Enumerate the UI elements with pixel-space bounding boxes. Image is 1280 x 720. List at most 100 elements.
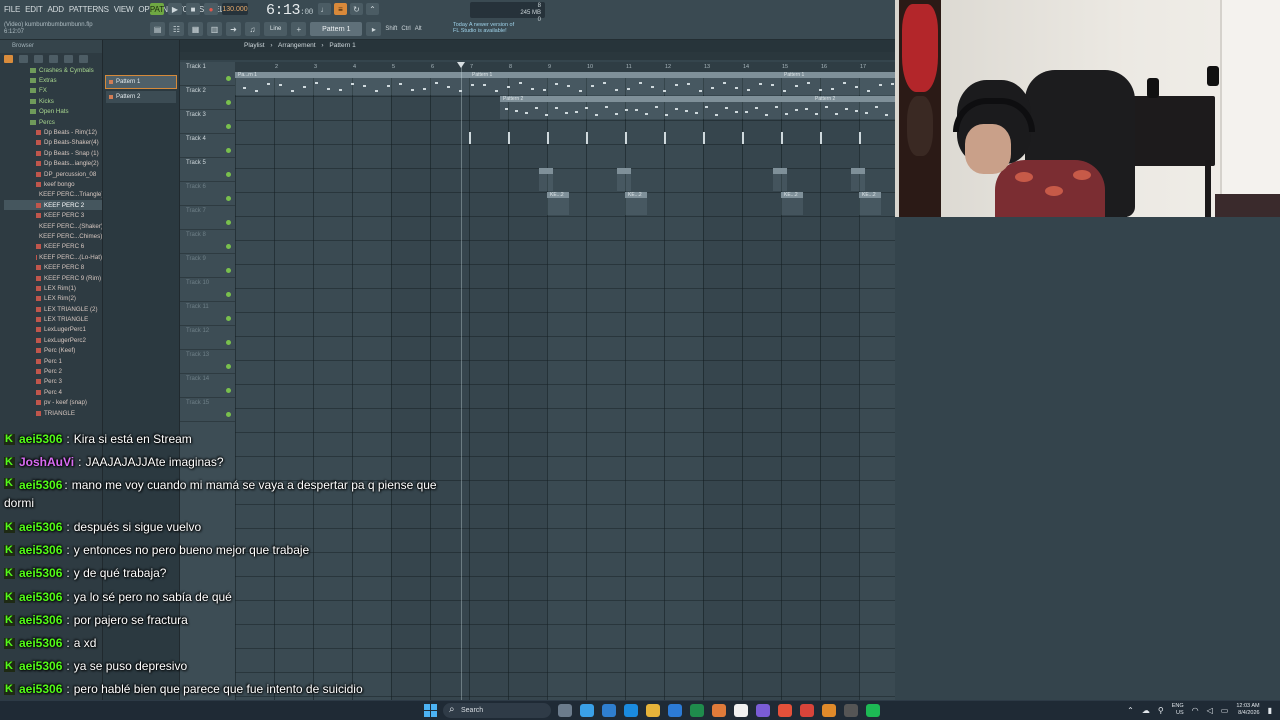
browser-file[interactable]: Perc 3: [4, 377, 102, 387]
browser-file[interactable]: LEX TRIANGLE (2): [4, 304, 102, 314]
discord-icon[interactable]: [756, 704, 770, 717]
arrow-icon[interactable]: ➜: [226, 22, 241, 36]
record-icon[interactable]: ●: [204, 3, 218, 15]
wifi-icon[interactable]: ◠: [1192, 706, 1199, 715]
fl-studio-active-icon[interactable]: [822, 704, 836, 717]
browser-folder[interactable]: FX: [4, 86, 102, 96]
menu-view[interactable]: VIEW: [114, 5, 134, 14]
add-pattern-icon[interactable]: +: [291, 22, 307, 36]
browser-file[interactable]: KEEF PERC 3: [4, 210, 102, 220]
pattern-clip[interactable]: [617, 168, 631, 191]
view-mixer-icon[interactable]: ▥: [207, 22, 222, 36]
view-channel-rack-icon[interactable]: ▦: [188, 22, 203, 36]
playlist-title[interactable]: Playlist › Arrangement › Pattern 1: [180, 40, 895, 52]
step-edit-icon[interactable]: ⌃: [366, 3, 379, 15]
browser-file[interactable]: KEEF PERC 2: [4, 200, 102, 211]
browser-folder[interactable]: Kicks: [4, 96, 102, 106]
excel-icon[interactable]: [690, 704, 704, 717]
browser-file[interactable]: Dp Beats - Snap (1): [4, 148, 102, 158]
track-header[interactable]: Track 15: [180, 398, 235, 422]
browser-file[interactable]: LexLugerPerc1: [4, 325, 102, 335]
playhead-marker[interactable]: [457, 62, 465, 700]
browser-file[interactable]: TRIANGLE: [4, 408, 102, 418]
play-icon[interactable]: ▶: [168, 3, 182, 15]
track-header[interactable]: Track 14: [180, 374, 235, 398]
store-icon[interactable]: [602, 704, 616, 717]
pattern-clip[interactable]: KE...2: [859, 192, 881, 215]
app-icon[interactable]: [778, 704, 792, 717]
browser-file[interactable]: LEX Rim(2): [4, 294, 102, 304]
pattern-select[interactable]: Pattern 1: [310, 22, 363, 36]
track-header[interactable]: Track 13: [180, 350, 235, 374]
windows-start-icon[interactable]: [424, 704, 437, 717]
chrome-icon[interactable]: [800, 704, 814, 717]
pattern-clip[interactable]: KE...2: [781, 192, 803, 215]
usb-icon[interactable]: ⚲: [1158, 706, 1164, 715]
pattern-clip[interactable]: KE...2: [625, 192, 647, 215]
browser-file[interactable]: KEEF PERC...Triangle): [4, 190, 102, 200]
track-header[interactable]: Track 4: [180, 134, 235, 158]
notepad-icon[interactable]: [734, 704, 748, 717]
track-header[interactable]: Track 6: [180, 182, 235, 206]
pattern-next-icon[interactable]: ▸: [366, 22, 382, 36]
update-notice[interactable]: Today A newer version of FL Studio is av…: [453, 22, 514, 34]
track-header[interactable]: Track 12: [180, 326, 235, 350]
volume-icon[interactable]: ◁: [1207, 706, 1213, 715]
browser-folder[interactable]: Percs: [4, 117, 102, 127]
browser-file[interactable]: Perc 1: [4, 356, 102, 366]
track-header[interactable]: Track 3: [180, 110, 235, 134]
browser-folder[interactable]: Extras: [4, 75, 102, 85]
picker-pattern-1[interactable]: Pattern 1: [105, 75, 177, 89]
browser-file[interactable]: DP_percussion_08: [4, 169, 102, 179]
pattern-clip[interactable]: Pattern 2: [812, 96, 895, 119]
spotify-icon[interactable]: [866, 704, 880, 717]
pattern-clip[interactable]: KE...2: [547, 192, 569, 215]
browser-star-icon[interactable]: [79, 55, 88, 63]
copilot-icon[interactable]: [580, 704, 594, 717]
metronome-icon[interactable]: ♩: [318, 3, 331, 15]
notification-icon[interactable]: ▮: [1268, 706, 1272, 715]
pattern-clip[interactable]: Pattern 1: [469, 72, 781, 95]
track-header[interactable]: Track 10: [180, 278, 235, 302]
browser-samples-icon[interactable]: [49, 55, 58, 63]
browser-file[interactable]: KEEF PERC...(Shaker): [4, 221, 102, 231]
pattern-clip[interactable]: [851, 168, 865, 191]
chevron-up-icon[interactable]: ⌃: [1127, 706, 1134, 715]
browser-file[interactable]: Perc 4: [4, 387, 102, 397]
fl-studio-icon[interactable]: [712, 704, 726, 717]
microphone-icon[interactable]: ♫: [245, 22, 260, 36]
browser-file[interactable]: Dp Beats - Rim(12): [4, 127, 102, 137]
tempo-display[interactable]: 130.000: [222, 3, 248, 15]
clock[interactable]: 12:03 AM 8/4/2026: [1236, 703, 1259, 717]
browser-file[interactable]: KEEF PERC 9 (Rim): [4, 273, 102, 283]
browser-file[interactable]: keef bongo: [4, 179, 102, 189]
browser-file[interactable]: KEEF PERC 6: [4, 242, 102, 252]
browser-file[interactable]: KEEF PERC...(Lo-Hat): [4, 252, 102, 262]
browser-folder[interactable]: Open Hats: [4, 107, 102, 117]
browser-file[interactable]: Perc (Keef): [4, 346, 102, 356]
pattern-clip[interactable]: Pattern 2: [500, 96, 812, 119]
picker-pattern-2[interactable]: Pattern 2: [106, 91, 176, 103]
view-piano-roll-icon[interactable]: ☷: [169, 22, 184, 36]
track-header[interactable]: Track 2: [180, 86, 235, 110]
taskbar-search[interactable]: Search: [443, 703, 551, 718]
task-view-icon[interactable]: [558, 704, 572, 717]
pattern-clip[interactable]: [773, 168, 787, 191]
cloud-icon[interactable]: ☁: [1142, 706, 1150, 715]
browser-file[interactable]: KEEF PERC 8: [4, 262, 102, 272]
browser-file[interactable]: pv - keef (snap): [4, 398, 102, 408]
browser-file[interactable]: KEEF PERC...Chimes): [4, 231, 102, 241]
stop-icon[interactable]: ■: [186, 3, 200, 15]
menu-file[interactable]: FILE: [4, 5, 20, 14]
app-icon[interactable]: [844, 704, 858, 717]
snap-select[interactable]: Line: [264, 22, 288, 36]
edge-icon[interactable]: [624, 704, 638, 717]
browser-plugins-icon[interactable]: [34, 55, 43, 63]
track-header[interactable]: Track 8: [180, 230, 235, 254]
track-header[interactable]: Track 9: [180, 254, 235, 278]
browser-folder[interactable]: Crashes & Cymbals: [4, 65, 102, 75]
browser-file[interactable]: Perc 2: [4, 366, 102, 376]
menu-add[interactable]: ADD: [48, 5, 65, 14]
language-indicator[interactable]: ENG US: [1172, 703, 1184, 717]
timeline-ruler[interactable]: 2 3 4 5 6 7 8 9 10 11 12 13 14 15 16 17: [235, 62, 895, 72]
